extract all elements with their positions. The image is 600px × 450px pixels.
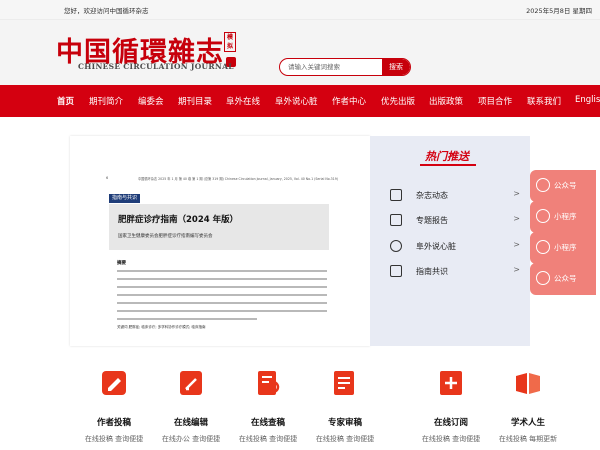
chevron-right-icon: >	[513, 240, 520, 249]
mini-program-icon	[536, 240, 550, 254]
abstract-text-line	[117, 286, 327, 288]
float-label: 小程序	[554, 212, 577, 221]
service-subtitle: 在线办公 查询便捷	[161, 435, 221, 443]
abstract-text-line	[117, 270, 327, 272]
hot-item-label: 杂志动态	[416, 191, 448, 200]
nav-item-fuwai-heart[interactable]: 阜外说心脏	[275, 95, 318, 107]
hot-item-report[interactable]: 专题报告 >	[390, 212, 520, 228]
nav-item-priority-publish[interactable]: 优先出版	[381, 95, 415, 107]
service-title: 在线编辑	[173, 418, 208, 428]
float-label: 公众号	[554, 181, 577, 190]
article-keywords: 关键词 肥胖症; 临床诊疗; 多学科协作诊疗模式; 临床指南	[117, 325, 206, 329]
hot-item-heart[interactable]: 阜外说心脏 >	[390, 238, 520, 254]
subscribe-icon	[440, 371, 462, 395]
abstract-text-line	[117, 294, 327, 296]
featured-article-banner[interactable]: 6 中国循环杂志 2025 年 1 月 第 40 卷 第 1 期 (总第 319…	[70, 136, 370, 346]
nav-item-contact[interactable]: 联系我们	[527, 95, 561, 107]
chevron-right-icon: >	[513, 214, 520, 223]
service-submit[interactable]: 作者投稿 在线投稿 查询便捷	[74, 368, 154, 450]
hot-item-news[interactable]: 杂志动态 >	[390, 187, 520, 203]
float-wechat-button[interactable]: 公众号	[530, 170, 596, 202]
hot-title-underline	[420, 164, 476, 166]
service-title: 在线订阅	[433, 418, 468, 428]
abstract-text-line	[117, 318, 257, 320]
academic-icon	[516, 373, 540, 394]
date-text: 2025年5月8日 星期四	[526, 7, 592, 15]
service-subscribe[interactable]: 在线订阅 在线投稿 查询便捷	[411, 368, 491, 450]
service-edit[interactable]: 在线编辑 在线办公 查询便捷	[151, 368, 231, 450]
search-button[interactable]: 搜索	[382, 59, 410, 75]
article-tag: 指南与共识	[109, 194, 141, 203]
guide-icon	[390, 265, 402, 277]
nav-item-policy[interactable]: 出版政策	[429, 95, 463, 107]
report-icon	[390, 214, 402, 226]
header: 中国循環雜志 模拟 CHINESE CIRCULATION JOURNAL 搜索	[0, 20, 600, 85]
edit-icon	[180, 371, 202, 395]
float-wechat-button[interactable]: 公众号	[530, 263, 596, 295]
hot-push-panel: 热门推送 杂志动态 > 专题报告 > 阜外说心脏 > 指南共识 >	[370, 136, 530, 346]
abstract-label: 摘要	[117, 261, 126, 266]
running-header: 中国循环杂志 2025 年 1 月 第 40 卷 第 1 期 (总第 319 期…	[138, 177, 339, 181]
news-icon	[390, 189, 402, 201]
nav-item-cooperation[interactable]: 项目合作	[478, 95, 512, 107]
article-title: 肥胖症诊疗指南（2024 年版）	[118, 215, 239, 225]
logo-mark: 模拟	[224, 32, 236, 52]
chevron-right-icon: >	[513, 189, 520, 198]
site-logo-english: CHINESE CIRCULATION JOURNAL	[78, 62, 234, 71]
service-title: 作者投稿	[96, 418, 131, 428]
chevron-right-icon: >	[513, 265, 520, 274]
article-author: 国家卫生健康委员会肥胖症诊疗指南编写委员会	[118, 234, 213, 239]
service-subtitle: 在线投稿 查询便捷	[421, 435, 481, 443]
hot-item-label: 专题报告	[416, 216, 448, 225]
heart-icon	[390, 240, 402, 252]
nav-item-catalog[interactable]: 期刊目录	[178, 95, 212, 107]
mini-program-icon	[536, 209, 550, 223]
service-title: 学术人生	[510, 418, 545, 428]
service-title: 在线查稿	[250, 418, 285, 428]
abstract-text-line	[117, 278, 327, 280]
wechat-icon	[536, 271, 550, 285]
wechat-icon	[536, 178, 550, 192]
service-subtitle: 在线投稿 查询便捷	[84, 435, 144, 443]
hot-item-label: 指南共识	[416, 267, 448, 276]
hot-item-guide[interactable]: 指南共识 >	[390, 263, 520, 279]
welcome-text: 您好，欢迎访问中国循环杂志	[64, 7, 149, 15]
nav-item-english[interactable]: English	[575, 95, 600, 105]
float-label: 公众号	[554, 274, 577, 283]
nav-item-editorial-board[interactable]: 编委会	[138, 95, 164, 107]
nav-item-home[interactable]: 首页	[57, 95, 74, 107]
service-academic[interactable]: 学术人生 在线投稿 每期更新	[488, 368, 568, 450]
hot-push-title: 热门推送	[425, 150, 469, 163]
main-nav: 首页 期刊简介 编委会 期刊目录 阜外在线 阜外说心脏 作者中心 优先出版 出版…	[0, 85, 600, 117]
query-icon	[258, 371, 280, 395]
submit-icon	[102, 371, 126, 395]
service-query[interactable]: 在线查稿 在线投稿 查询便捷	[228, 368, 308, 450]
service-subtitle: 在线投稿 查询便捷	[238, 435, 298, 443]
nav-item-fuwai-online[interactable]: 阜外在线	[226, 95, 260, 107]
page-number: 6	[106, 176, 109, 180]
abstract-text-line	[117, 302, 327, 304]
hot-item-label: 阜外说心脏	[416, 242, 456, 251]
search-box: 搜索	[279, 58, 411, 76]
review-icon	[334, 371, 354, 395]
search-input[interactable]	[280, 59, 384, 75]
service-title: 专家审稿	[327, 418, 362, 428]
float-mini-program-button[interactable]: 小程序	[530, 232, 596, 264]
abstract-text-line	[117, 310, 327, 312]
nav-item-about[interactable]: 期刊简介	[89, 95, 123, 107]
float-label: 小程序	[554, 243, 577, 252]
article-title-box: 肥胖症诊疗指南（2024 年版） 国家卫生健康委员会肥胖症诊疗指南编写委员会	[109, 204, 329, 250]
service-subtitle: 在线投稿 每期更新	[498, 435, 558, 443]
nav-item-author-center[interactable]: 作者中心	[332, 95, 366, 107]
top-bar: 您好，欢迎访问中国循环杂志 2025年5月8日 星期四	[0, 0, 600, 20]
service-subtitle: 在线投稿 查询便捷	[315, 435, 375, 443]
service-review[interactable]: 专家审稿 在线投稿 查询便捷	[305, 368, 385, 450]
float-mini-program-button[interactable]: 小程序	[530, 201, 596, 233]
